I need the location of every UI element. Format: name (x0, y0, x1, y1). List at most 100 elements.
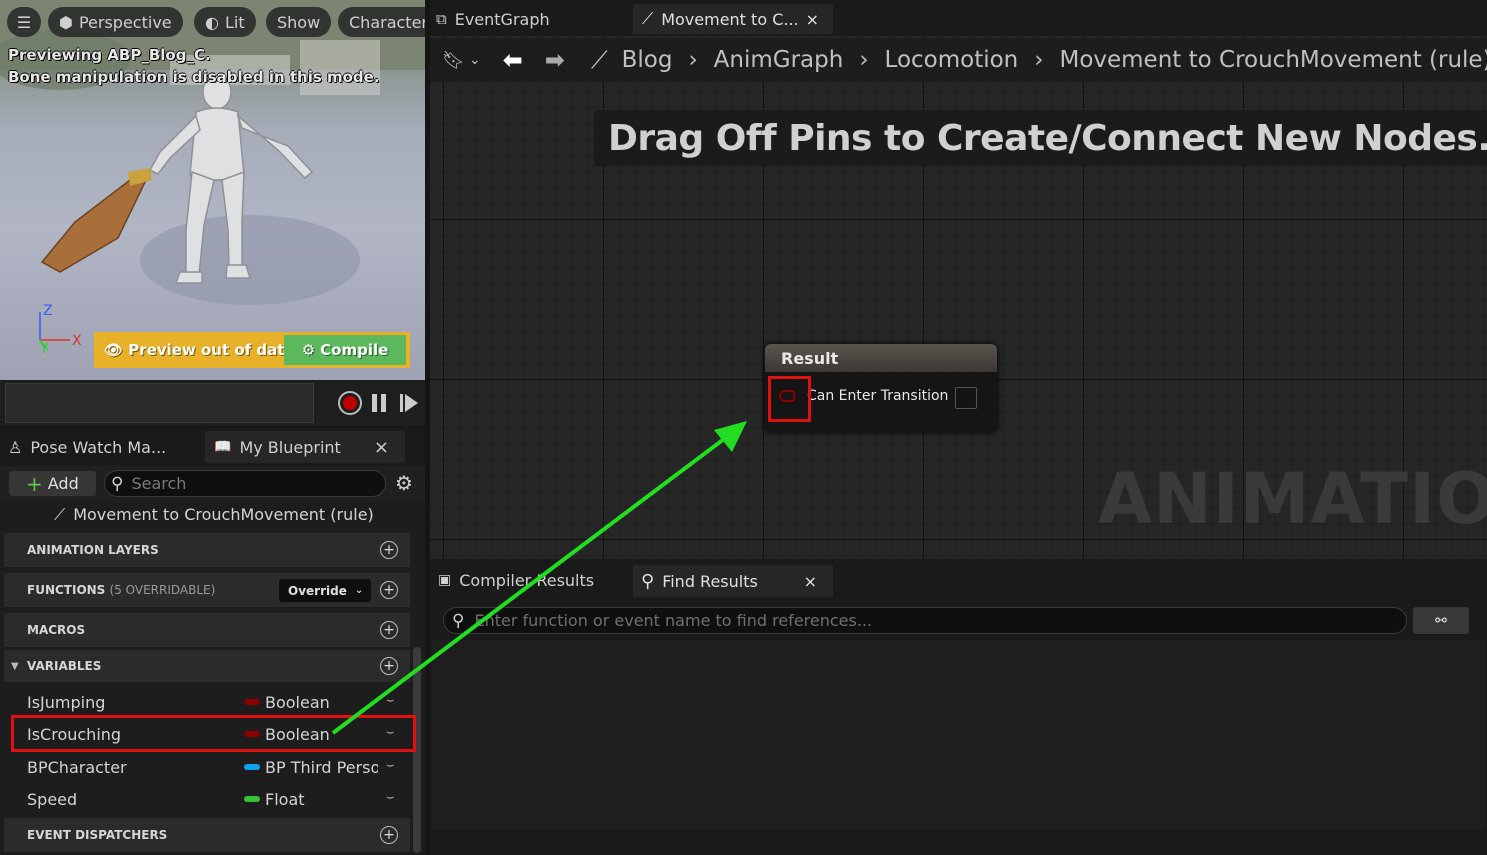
compiler-icon: ▣ (438, 572, 452, 588)
find-button[interactable]: ⚯ (1413, 607, 1469, 634)
variable-row[interactable]: Speed Float ⌣ (4, 784, 410, 814)
compile-label: Compile (320, 341, 389, 359)
rule-icon: ⟋ (642, 9, 654, 28)
bookmark-icon[interactable]: 🔖︎ (442, 50, 465, 71)
pose-watch-icon: ♙ (8, 437, 23, 457)
blueprint-toolbar: + Add ⚲ Search ⚙ (0, 466, 425, 502)
breadcrumb-item[interactable]: Locomotion (885, 47, 1019, 73)
pause-icon-bar (381, 394, 386, 412)
breadcrumb-chevron-icon: › (688, 47, 698, 73)
viewport-menu-button[interactable]: ☰ (7, 7, 41, 37)
variable-name: Speed (27, 789, 78, 809)
forward-arrow-icon[interactable]: ➡ (545, 46, 565, 74)
functions-label: FUNCTIONS (27, 583, 106, 597)
character-button[interactable]: Character (338, 7, 425, 37)
close-icon[interactable]: × (374, 437, 389, 458)
breadcrumb-item[interactable]: Blog (622, 47, 673, 73)
axis-y-label: Y (40, 341, 49, 357)
add-animation-layer-icon[interactable]: + (380, 541, 398, 559)
tab-find-results[interactable]: ⚲ Find Results × (633, 565, 833, 597)
find-placeholder: Enter function or event name to find ref… (474, 611, 873, 630)
close-icon[interactable]: × (804, 572, 817, 591)
warning-label: Preview out of date (128, 341, 295, 359)
rule-icon: ⟋ (590, 46, 608, 74)
eye-closed-icon[interactable]: ⌣ (386, 790, 395, 805)
tab-my-blueprint[interactable]: 📖 My Blueprint × (205, 431, 405, 463)
variable-row[interactable]: BPCharacter BP Third Person Character ⌣ (4, 752, 410, 782)
event-dispatchers-label: EVENT DISPATCHERS (27, 828, 168, 842)
breadcrumb-item[interactable]: Movement to CrouchMovement (rule) (1059, 47, 1487, 73)
hamburger-icon: ☰ (16, 12, 32, 32)
add-function-icon[interactable]: + (380, 581, 398, 599)
breadcrumb-item[interactable]: AnimGraph (714, 47, 844, 73)
override-dropdown[interactable]: Override ⌄ (279, 579, 371, 602)
compile-button[interactable]: ⚙ Compile (284, 335, 406, 365)
can-enter-transition-label: Can Enter Transition (807, 388, 949, 404)
record-button[interactable] (338, 391, 362, 415)
blueprint-list: ⟋ Movement to CrouchMovement (rule) ANIM… (0, 502, 425, 855)
preview-viewport[interactable]: Z X Y ☰ ⬢ Perspective ◐ Lit Show Charact… (0, 0, 425, 380)
preview-status-text: Previewing ABP_Blog_C. (8, 46, 211, 64)
search-icon: ⚲ (641, 570, 655, 592)
search-placeholder: Search (131, 474, 187, 493)
lit-button[interactable]: ◐ Lit (194, 7, 256, 37)
category-functions[interactable]: FUNCTIONS (5 OVERRIDABLE) Override ⌄ + (4, 573, 410, 607)
variable-name: IsJumping (27, 692, 106, 712)
breadcrumb-chevron-icon: › (859, 47, 869, 73)
eye-closed-icon[interactable]: ⌣ (386, 693, 395, 708)
chevron-down-icon: ⌄ (354, 585, 364, 596)
highlight-iscrouching-box (11, 715, 416, 752)
tab-compiler-results[interactable]: ▣ Compiler Results (438, 565, 594, 595)
current-graph-label: Movement to CrouchMovement (rule) (73, 505, 374, 524)
book-icon: 📖 (214, 439, 232, 455)
variable-type: Boolean (265, 692, 330, 712)
eye-closed-icon[interactable]: ⌣ (386, 758, 395, 773)
bone-manipulation-text: Bone manipulation is disabled in this mo… (8, 68, 380, 86)
search-input[interactable]: ⚲ Search (104, 470, 386, 497)
category-event-dispatchers[interactable]: EVENT DISPATCHERS + (4, 818, 410, 852)
category-animation-layers[interactable]: ANIMATION LAYERS + (4, 533, 410, 567)
search-icon: ⚲ (111, 473, 124, 494)
variables-label: VARIABLES (27, 659, 102, 673)
pause-button[interactable] (370, 392, 388, 414)
current-graph-item[interactable]: ⟋ Movement to CrouchMovement (rule) (54, 505, 374, 525)
can-enter-transition-checkbox[interactable] (955, 387, 977, 409)
chevron-down-icon[interactable]: ⌄ (469, 52, 481, 68)
add-macro-icon[interactable]: + (380, 621, 398, 639)
variable-type: BP Third Person Character (265, 757, 378, 777)
add-variable-icon[interactable]: + (380, 657, 398, 675)
playback-bar (0, 380, 425, 426)
close-icon[interactable]: × (806, 10, 819, 29)
boolean-type-pill (244, 699, 260, 705)
tab-pose-watch[interactable]: ♙ Pose Watch Ma... (8, 431, 198, 463)
lit-label: Lit (224, 12, 245, 32)
show-button[interactable]: Show (266, 7, 332, 37)
step-forward-button[interactable] (398, 392, 420, 414)
timeline-scrubber[interactable] (5, 383, 314, 423)
graph-hint: Drag Off Pins to Create/Connect New Node… (594, 110, 1487, 166)
tab-find-results-label: Find Results (662, 571, 758, 591)
add-label: Add (47, 474, 79, 493)
variable-row[interactable]: IsJumping Boolean ⌣ (4, 687, 410, 717)
settings-gear-icon[interactable]: ⚙ (395, 471, 413, 495)
add-button[interactable]: + Add (9, 471, 96, 496)
category-variables[interactable]: ▼ VARIABLES + (4, 650, 410, 682)
float-type-pill (244, 796, 260, 802)
record-icon (343, 396, 357, 410)
back-arrow-icon[interactable]: ⬅ (503, 46, 523, 74)
tab-event-graph[interactable]: ⧉ EventGraph (436, 4, 550, 34)
event-graph-icon: ⧉ (436, 10, 447, 28)
character-label: Character (349, 12, 425, 32)
category-macros[interactable]: MACROS + (4, 613, 410, 647)
perspective-label: Perspective (78, 12, 172, 32)
functions-overridable-count: (5 OVERRIDABLE) (109, 583, 216, 597)
find-input[interactable]: ⚲ Enter function or event name to find r… (443, 607, 1407, 634)
tab-movement-rule[interactable]: ⟋ Movement to C... × (633, 4, 833, 34)
step-forward-icon (400, 394, 403, 412)
results-list (432, 640, 1485, 830)
add-dispatcher-icon[interactable]: + (380, 826, 398, 844)
tab-movement-rule-label: Movement to C... (661, 9, 799, 29)
axis-x-label: X (72, 333, 82, 349)
animation-layers-label: ANIMATION LAYERS (27, 543, 159, 557)
perspective-button[interactable]: ⬢ Perspective (48, 7, 183, 37)
